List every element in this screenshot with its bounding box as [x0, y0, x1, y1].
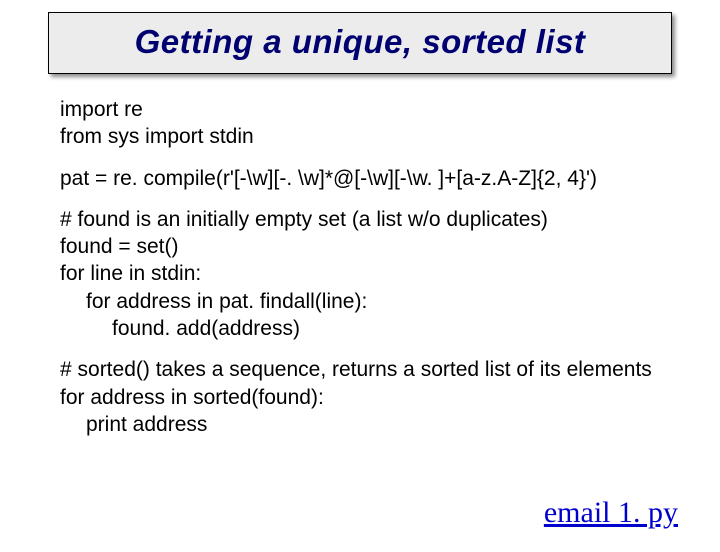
slide-body: import re from sys import stdin pat = re… [60, 96, 660, 438]
code-line: from sys import stdin [60, 123, 660, 150]
code-line: # found is an initially empty set (a lis… [60, 206, 660, 233]
code-block-imports: import re from sys import stdin [60, 96, 660, 151]
code-line: for line in stdin: [60, 260, 660, 287]
filename-link[interactable]: email 1. py [544, 496, 678, 530]
code-block-pattern: pat = re. compile(r'[-\w][-. \w]*@[-\w][… [60, 165, 660, 192]
code-line: found = set() [60, 233, 660, 260]
code-line: for address in pat. findall(line): [60, 288, 660, 315]
code-line: print address [60, 411, 660, 438]
code-block-sorted: # sorted() takes a sequence, returns a s… [60, 356, 660, 438]
slide-title: Getting a unique, sorted list [57, 23, 663, 61]
code-line: found. add(address) [60, 315, 660, 342]
code-line: # sorted() takes a sequence, returns a s… [60, 356, 660, 383]
slide: Getting a unique, sorted list import re … [0, 12, 720, 552]
title-bar: Getting a unique, sorted list [48, 12, 672, 74]
code-line: pat = re. compile(r'[-\w][-. \w]*@[-\w][… [60, 165, 660, 192]
code-block-loop: # found is an initially empty set (a lis… [60, 206, 660, 342]
code-line: import re [60, 96, 660, 123]
code-line: for address in sorted(found): [60, 384, 660, 411]
